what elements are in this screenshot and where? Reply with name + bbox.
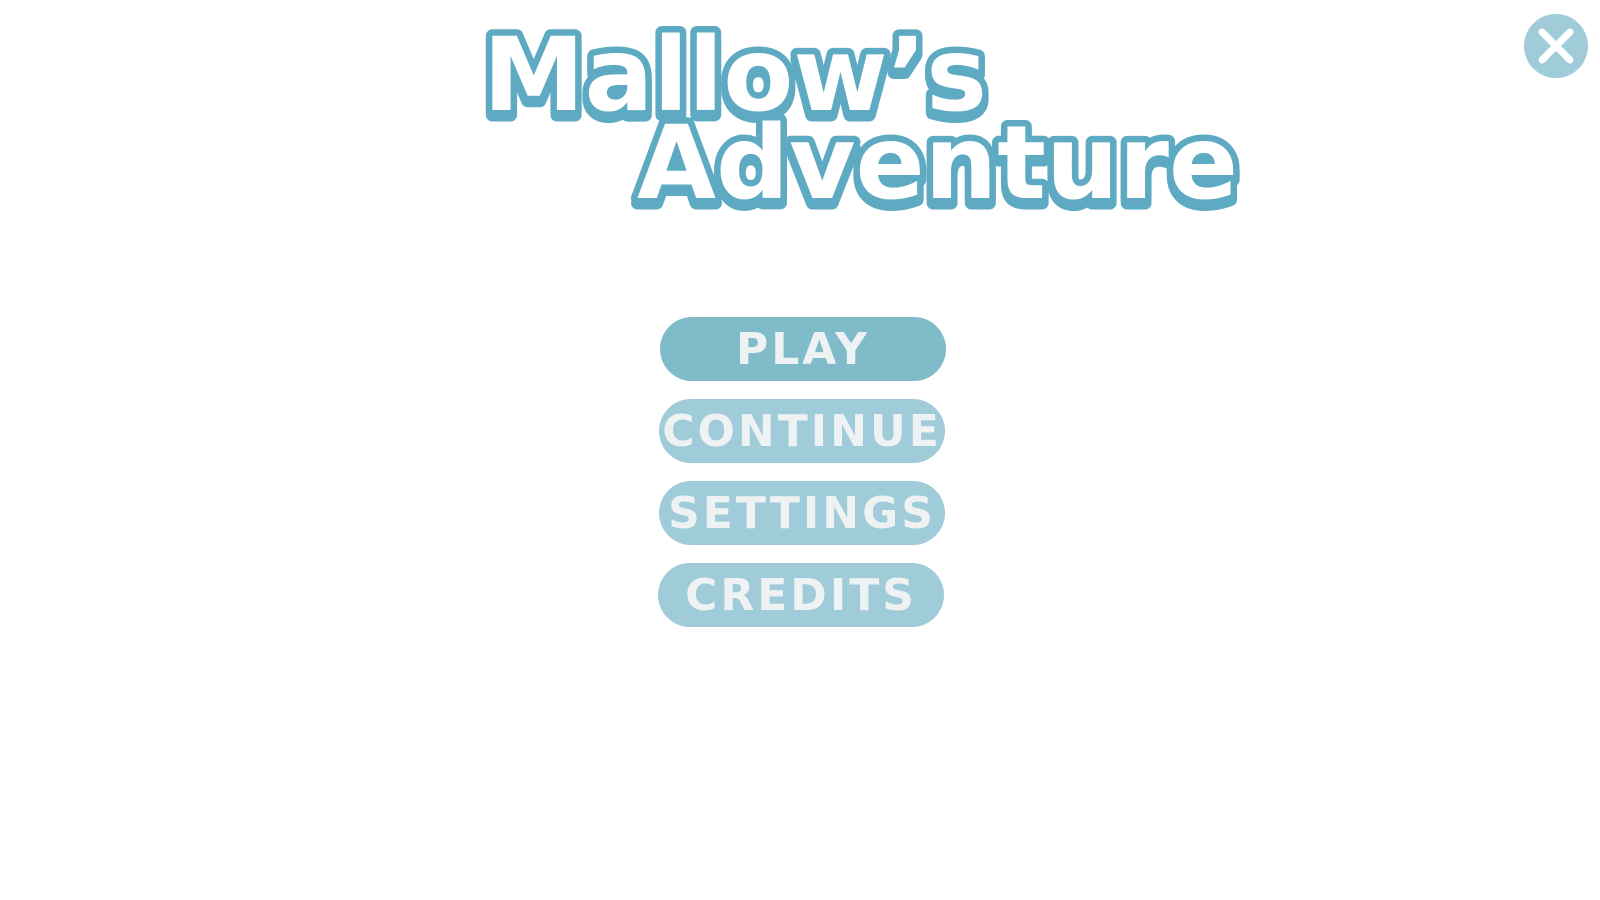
credits-button-label: CREDITS <box>685 569 917 621</box>
continue-button[interactable]: CONTINUE <box>659 399 945 463</box>
game-title-logo: Mallow’s Adventure Mallow’s Adventure <box>477 10 1245 235</box>
settings-button-label: SETTINGS <box>668 487 936 539</box>
play-button[interactable]: PLAY <box>660 317 946 381</box>
continue-button-label: CONTINUE <box>662 405 942 457</box>
close-button[interactable] <box>1524 14 1588 78</box>
play-button-label: PLAY <box>736 323 870 375</box>
main-menu-screen: Mallow’s Adventure Mallow’s Adventure PL… <box>0 0 1600 900</box>
settings-button[interactable]: SETTINGS <box>659 481 945 545</box>
credits-button[interactable]: CREDITS <box>658 563 944 627</box>
close-icon <box>1538 28 1574 64</box>
title-line2: Adventure <box>637 104 1238 223</box>
